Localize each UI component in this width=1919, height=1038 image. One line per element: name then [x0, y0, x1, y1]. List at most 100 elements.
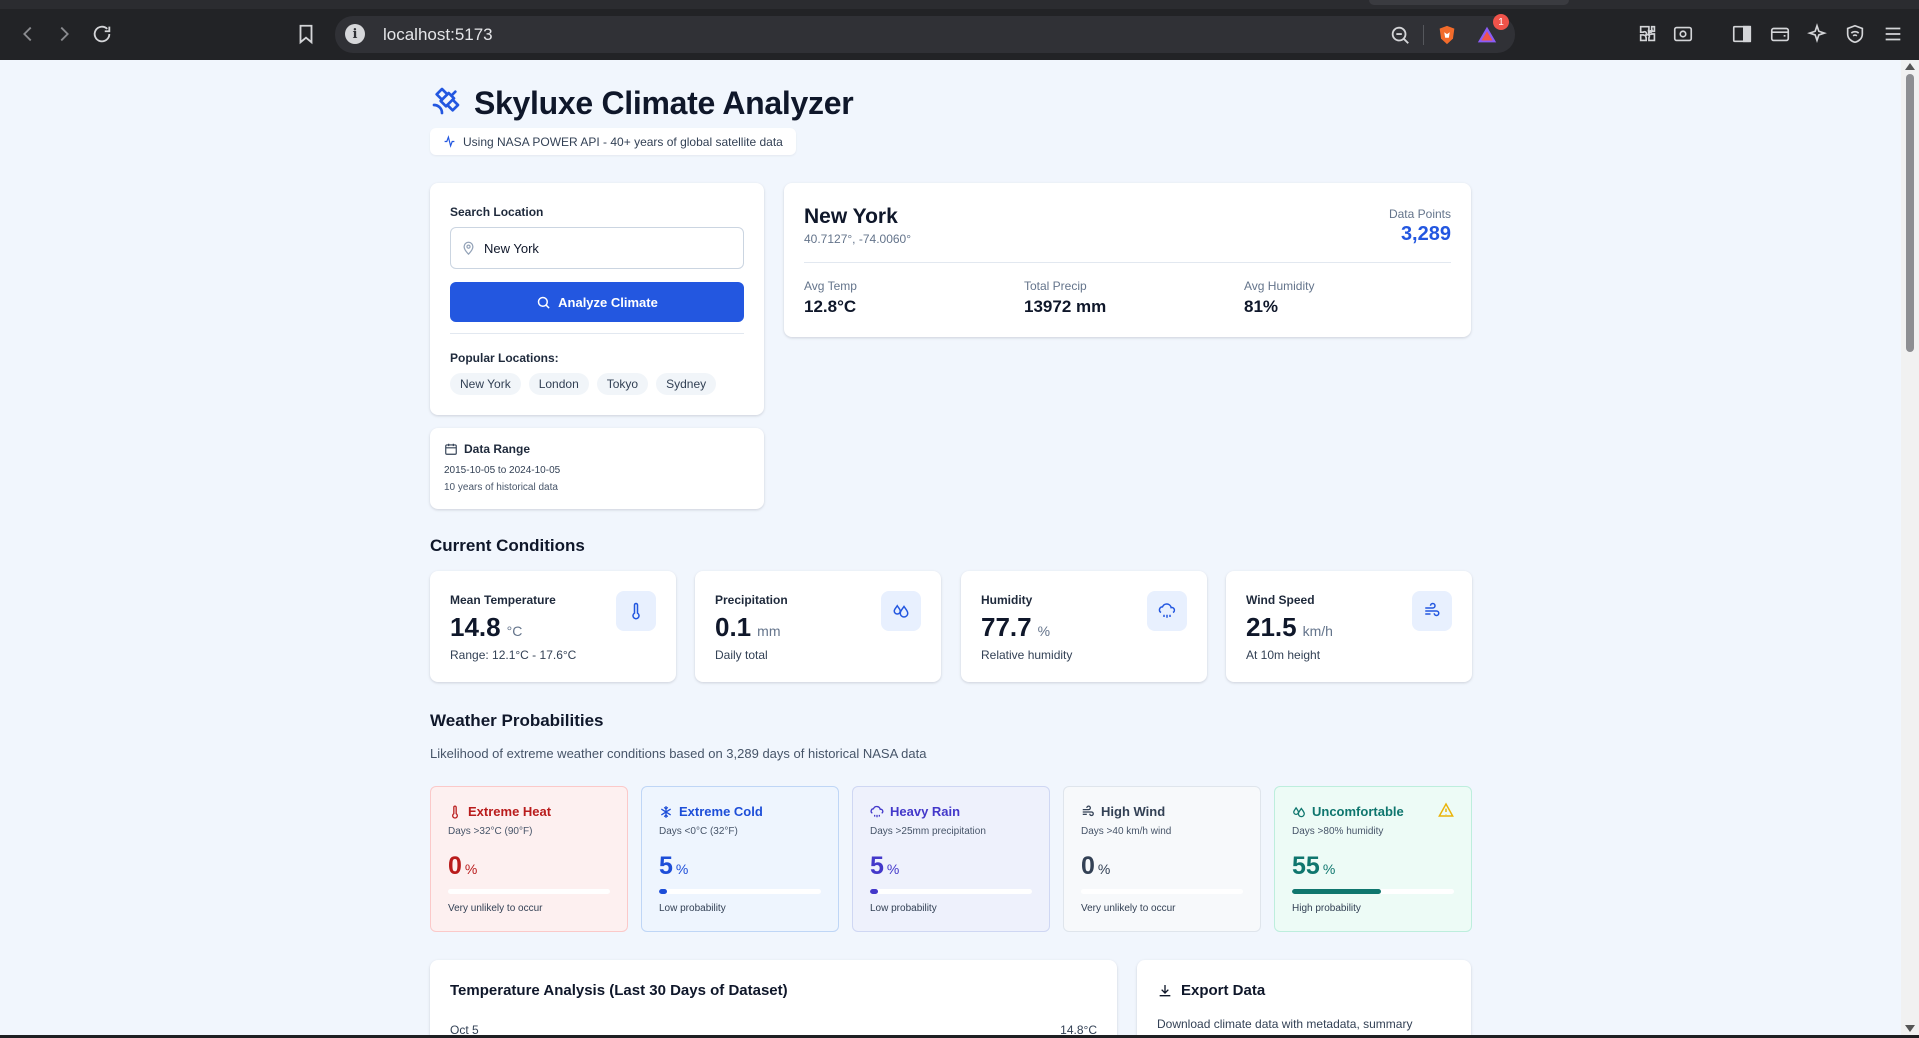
- data-range-header: Data Range: [444, 442, 530, 456]
- condition-label: Precipitation: [715, 593, 788, 607]
- condition-label: Wind Speed: [1246, 593, 1315, 607]
- condition-number: 14.8: [450, 612, 501, 642]
- prob-unit: %: [886, 861, 900, 877]
- prob-card-uncomfortable: Uncomfortable Days >80% humidity 55% Hig…: [1274, 786, 1472, 932]
- prob-unit: %: [464, 861, 478, 877]
- condition-sub: Daily total: [715, 648, 768, 662]
- sidebar-icon[interactable]: [1727, 19, 1757, 49]
- condition-value: 0.1 mm: [715, 612, 780, 643]
- brave-rewards-icon[interactable]: 1: [1472, 14, 1509, 50]
- prob-sub: Days <0°C (32°F): [659, 826, 738, 837]
- address-bar[interactable]: i localhost:5173 1: [335, 14, 1515, 53]
- prob-sub: Days >80% humidity: [1292, 826, 1384, 837]
- leo-ai-icon[interactable]: [1802, 19, 1832, 49]
- extensions-icon[interactable]: [1633, 19, 1663, 49]
- screenshot-icon[interactable]: [1668, 19, 1698, 49]
- prob-unit: %: [675, 861, 689, 877]
- prob-card-extreme-heat: Extreme Heat Days >32°C (90°F) 0% Very u…: [430, 786, 628, 932]
- condition-number: 0.1: [715, 612, 752, 642]
- prob-note: Very unlikely to occur: [1081, 903, 1176, 914]
- forward-icon[interactable]: [49, 19, 79, 49]
- prob-title-text: Extreme Cold: [679, 804, 763, 819]
- brave-shields-icon[interactable]: [1432, 20, 1462, 50]
- condition-unit: mm: [757, 623, 781, 639]
- scroll-down-icon[interactable]: [1905, 1025, 1915, 1032]
- active-tab-edge[interactable]: [1369, 0, 1569, 5]
- condition-number: 21.5: [1246, 612, 1297, 642]
- prob-unit: %: [1322, 861, 1336, 877]
- analyze-climate-button[interactable]: Analyze Climate: [450, 282, 744, 322]
- prob-title-text: Uncomfortable: [1312, 804, 1404, 819]
- export-description: Download climate data with metadata, sum…: [1157, 1017, 1413, 1031]
- download-icon: [1159, 984, 1171, 996]
- condition-value: 21.5 km/h: [1246, 612, 1333, 643]
- address-url[interactable]: localhost:5173: [383, 25, 493, 45]
- wind-icon: [1082, 805, 1094, 816]
- chip-sydney[interactable]: Sydney: [656, 373, 717, 395]
- api-source-pill: Using NASA POWER API - 40+ years of glob…: [430, 128, 796, 155]
- wallet-icon[interactable]: [1765, 19, 1795, 49]
- condition-sub: At 10m height: [1246, 648, 1321, 662]
- menu-icon[interactable]: [1878, 19, 1908, 49]
- chip-london[interactable]: London: [528, 373, 589, 395]
- popular-locations: New York London Tokyo Sydney: [450, 373, 724, 395]
- address-separator: [1423, 25, 1424, 45]
- chip-new-york[interactable]: New York: [450, 373, 521, 395]
- satellite-icon: [430, 85, 462, 122]
- card-precipitation: Precipitation 0.1 mm Daily total: [695, 571, 941, 682]
- prob-title-text: High Wind: [1101, 804, 1166, 819]
- activity-icon: [444, 135, 455, 148]
- thermometer-icon: [616, 591, 656, 631]
- data-range-title: Data Range: [464, 442, 531, 456]
- divider: [450, 333, 744, 334]
- cloud-rain-icon: [870, 805, 884, 817]
- data-points-value: 3,289: [1400, 223, 1451, 245]
- reload-icon[interactable]: [87, 19, 117, 49]
- thermometer-icon: [452, 805, 458, 819]
- prob-sub: Days >25mm precipitation: [870, 826, 986, 837]
- cloud-rain-icon: [1147, 591, 1187, 631]
- api-source-text: Using NASA POWER API - 40+ years of glob…: [463, 134, 783, 149]
- prob-bar: [659, 889, 821, 894]
- browser-toolbar: i localhost:5173 1: [0, 9, 1919, 60]
- scroll-up-icon[interactable]: [1905, 63, 1915, 70]
- bookmark-icon[interactable]: [291, 19, 321, 49]
- prob-bar: [1292, 889, 1454, 894]
- prob-title-text: Heavy Rain: [890, 804, 961, 819]
- condition-label: Mean Temperature: [450, 593, 556, 607]
- app-title: Skyluxe Climate Analyzer: [474, 85, 854, 121]
- prob-note: Very unlikely to occur: [448, 903, 543, 914]
- prob-number: 5: [659, 852, 673, 880]
- droplets-icon: [1293, 806, 1305, 817]
- prob-card-extreme-cold: Extreme Cold Days <0°C (32°F) 5% Low pro…: [641, 786, 839, 932]
- rewards-badge: 1: [1493, 14, 1509, 30]
- prob-note: High probability: [1292, 903, 1361, 914]
- stat-value: 13972 mm: [1024, 297, 1107, 316]
- stat-avg-humidity: Avg Humidity 81%: [1244, 279, 1314, 317]
- vpn-icon[interactable]: [1840, 19, 1870, 49]
- prob-card-high-wind: High Wind Days >40 km/h wind 0% Very unl…: [1063, 786, 1261, 932]
- wind-icon: [1412, 591, 1452, 631]
- condition-value: 14.8 °C: [450, 612, 522, 643]
- temperature-analysis-card: Temperature Analysis (Last 30 Days of Da…: [430, 960, 1117, 1035]
- scrollbar-thumb[interactable]: [1906, 74, 1914, 352]
- chip-tokyo[interactable]: Tokyo: [596, 373, 649, 395]
- condition-sub: Range: 12.1°C - 17.6°C: [450, 648, 577, 662]
- weather-probabilities-heading: Weather Probabilities: [430, 711, 604, 730]
- first-day-label: Oct 5: [450, 1023, 479, 1035]
- search-input[interactable]: [484, 240, 724, 256]
- export-header: Export Data: [1157, 982, 1265, 999]
- data-range-note: 10 years of historical data: [444, 482, 558, 493]
- prob-title-text: Extreme Heat: [468, 804, 552, 819]
- page-scrollbar[interactable]: [1901, 60, 1919, 1035]
- analyze-climate-label: Analyze Climate: [558, 294, 658, 310]
- zoom-icon[interactable]: [1385, 20, 1415, 50]
- location-name: New York: [804, 205, 898, 228]
- map-pin-icon: [461, 241, 476, 256]
- search-field[interactable]: [450, 227, 744, 269]
- stat-total-precip: Total Precip 13972 mm: [1024, 279, 1106, 317]
- back-icon[interactable]: [13, 19, 43, 49]
- card-wind-speed: Wind Speed 21.5 km/h At 10m height: [1226, 571, 1472, 682]
- site-info-icon[interactable]: i: [345, 24, 365, 44]
- condition-unit: km/h: [1302, 623, 1333, 639]
